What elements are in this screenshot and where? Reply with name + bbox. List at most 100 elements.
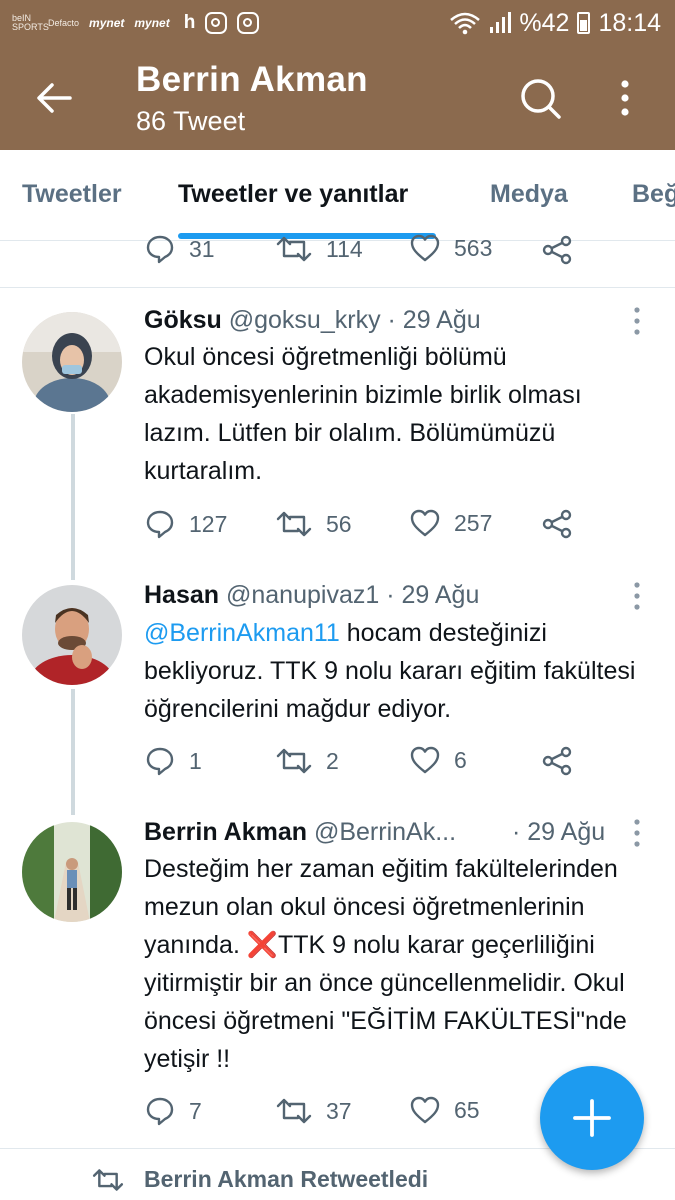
reply-button[interactable]: 31 <box>145 234 215 264</box>
tweet-date-wrap: · 29 Ağu <box>512 818 605 847</box>
notification-h-icon: h <box>183 12 196 33</box>
retweet-icon <box>92 1168 124 1191</box>
status-system: %42 18:14 <box>449 6 661 40</box>
instagram-icon <box>205 12 228 34</box>
thread-line-2 <box>71 689 75 815</box>
like-button[interactable]: 6 <box>410 746 467 774</box>
status-notifications: beIN SPORTS Defacto mynet mynet h <box>12 8 260 38</box>
thread-line <box>71 414 75 580</box>
tab-medya[interactable]: Medya <box>490 180 568 209</box>
share-icon <box>542 509 572 539</box>
avatar-goksu[interactable] <box>22 312 122 412</box>
more-options-icon[interactable] <box>610 76 640 120</box>
retweet-count: 37 <box>326 1097 352 1124</box>
retweet-icon <box>276 748 312 774</box>
handle[interactable]: @goksu_krky <box>229 306 381 334</box>
signal-icon <box>490 12 512 33</box>
status-bar: beIN SPORTS Defacto mynet mynet h %42 18… <box>0 0 675 48</box>
tweet-date: · 29 Ağu <box>512 818 606 846</box>
tweet-menu-icon[interactable] <box>628 581 646 611</box>
reply-icon <box>146 235 174 264</box>
handle[interactable]: @nanupivaz1 <box>226 581 379 609</box>
like-count: 65 <box>454 1096 480 1123</box>
heart-icon <box>410 1096 440 1124</box>
mynet-logo: mynet <box>89 15 125 30</box>
retweet-button[interactable]: 114 <box>276 234 363 264</box>
compose-tweet-button[interactable] <box>540 1066 644 1170</box>
share-button[interactable] <box>541 508 573 540</box>
profile-name-title: Berrin Akman <box>136 60 368 99</box>
share-icon <box>542 746 572 776</box>
retweet-notice: Berrin Akman Retweetledi <box>92 1166 428 1193</box>
display-name[interactable]: Berrin Akman <box>144 818 307 846</box>
share-icon <box>542 235 572 265</box>
like-button[interactable]: 563 <box>410 234 492 262</box>
tweet-text: Desteğim her zaman eğitim fakültelerinde… <box>144 850 644 1078</box>
mention-link[interactable]: @BerrinAkman11 <box>144 619 340 647</box>
reply-count: 127 <box>189 510 228 537</box>
defacto-logo: Defacto <box>48 17 80 28</box>
battery-percent: %42 <box>519 8 570 37</box>
reply-button[interactable]: 7 <box>145 1096 202 1126</box>
back-arrow-icon[interactable] <box>34 78 74 118</box>
clock: 18:14 <box>598 8 661 37</box>
plus-icon <box>573 1099 611 1137</box>
divider <box>0 287 675 288</box>
tweet-text: Okul öncesi öğretmenliği bölümü akademis… <box>144 343 582 485</box>
like-button[interactable]: 257 <box>410 509 492 537</box>
tweet-date: · 29 Ağu <box>386 581 480 609</box>
share-button[interactable] <box>541 234 573 266</box>
retweet-count: 56 <box>326 510 352 537</box>
reply-icon <box>146 747 174 776</box>
tweet-count: 86 Tweet <box>136 106 246 136</box>
retweet-button[interactable]: 37 <box>276 1096 352 1126</box>
retweet-button[interactable]: 2 <box>276 746 339 776</box>
handle[interactable]: @BerrinAk... <box>314 818 456 846</box>
tab-tweetler-ve-yanitlar[interactable]: Tweetler ve yanıtlar <box>178 180 408 209</box>
mynet-logo-2: mynet <box>134 15 170 30</box>
reply-button[interactable]: 127 <box>145 509 227 539</box>
wifi-icon <box>450 12 481 35</box>
like-count: 257 <box>454 509 493 536</box>
bein-sports-logo: beIN SPORTS <box>12 13 49 32</box>
profile-tabs: Tweetler Tweetler ve yanıtlar Medya Beğ <box>0 150 675 241</box>
tweet-header: Hasan @nanupivaz1 · 29 Ağu <box>144 581 479 610</box>
tweet-header: Berrin Akman @BerrinAk... <box>144 818 484 847</box>
retweet-count: 2 <box>326 747 339 774</box>
reply-icon <box>146 1097 174 1126</box>
retweet-count: 114 <box>326 235 363 262</box>
display-name[interactable]: Göksu <box>144 306 222 334</box>
like-count: 563 <box>454 234 493 261</box>
display-name[interactable]: Hasan <box>144 581 219 609</box>
tweet-menu-icon[interactable] <box>628 818 646 848</box>
tweet-text: @BerrinAkman11 hocam desteğinizi bekliyo… <box>144 614 644 728</box>
heart-icon <box>410 746 440 774</box>
tweet-date: · 29 Ağu <box>387 306 481 334</box>
reply-count: 1 <box>189 747 202 774</box>
tab-begeniler[interactable]: Beğ <box>632 180 675 209</box>
profile-header: Berrin Akman 86 Tweet <box>0 48 675 150</box>
reply-button[interactable]: 1 <box>145 746 202 776</box>
reply-count: 31 <box>189 235 215 262</box>
tweet-menu-icon[interactable] <box>628 306 646 336</box>
like-count: 6 <box>454 746 467 773</box>
instagram-icon-2 <box>237 12 260 34</box>
heart-icon <box>410 509 440 537</box>
like-button[interactable]: 65 <box>410 1096 480 1124</box>
reply-count: 7 <box>189 1097 202 1124</box>
avatar-berrin-akman[interactable] <box>22 822 122 922</box>
heart-icon <box>410 234 440 262</box>
search-icon[interactable] <box>518 76 562 120</box>
retweet-button[interactable]: 56 <box>276 509 352 539</box>
tweet-header: Göksu @goksu_krky · 29 Ağu <box>144 306 481 335</box>
reply-icon <box>146 510 174 539</box>
retweet-icon <box>276 236 312 262</box>
cross-mark-emoji: ❌ <box>246 931 278 959</box>
retweet-notice-text[interactable]: Berrin Akman Retweetledi <box>144 1166 428 1193</box>
share-button[interactable] <box>541 745 573 777</box>
tab-tweetler[interactable]: Tweetler <box>22 180 122 209</box>
battery-icon <box>577 12 591 34</box>
retweet-icon <box>276 511 312 537</box>
retweet-icon <box>276 1098 312 1124</box>
avatar-hasan[interactable] <box>22 585 122 685</box>
